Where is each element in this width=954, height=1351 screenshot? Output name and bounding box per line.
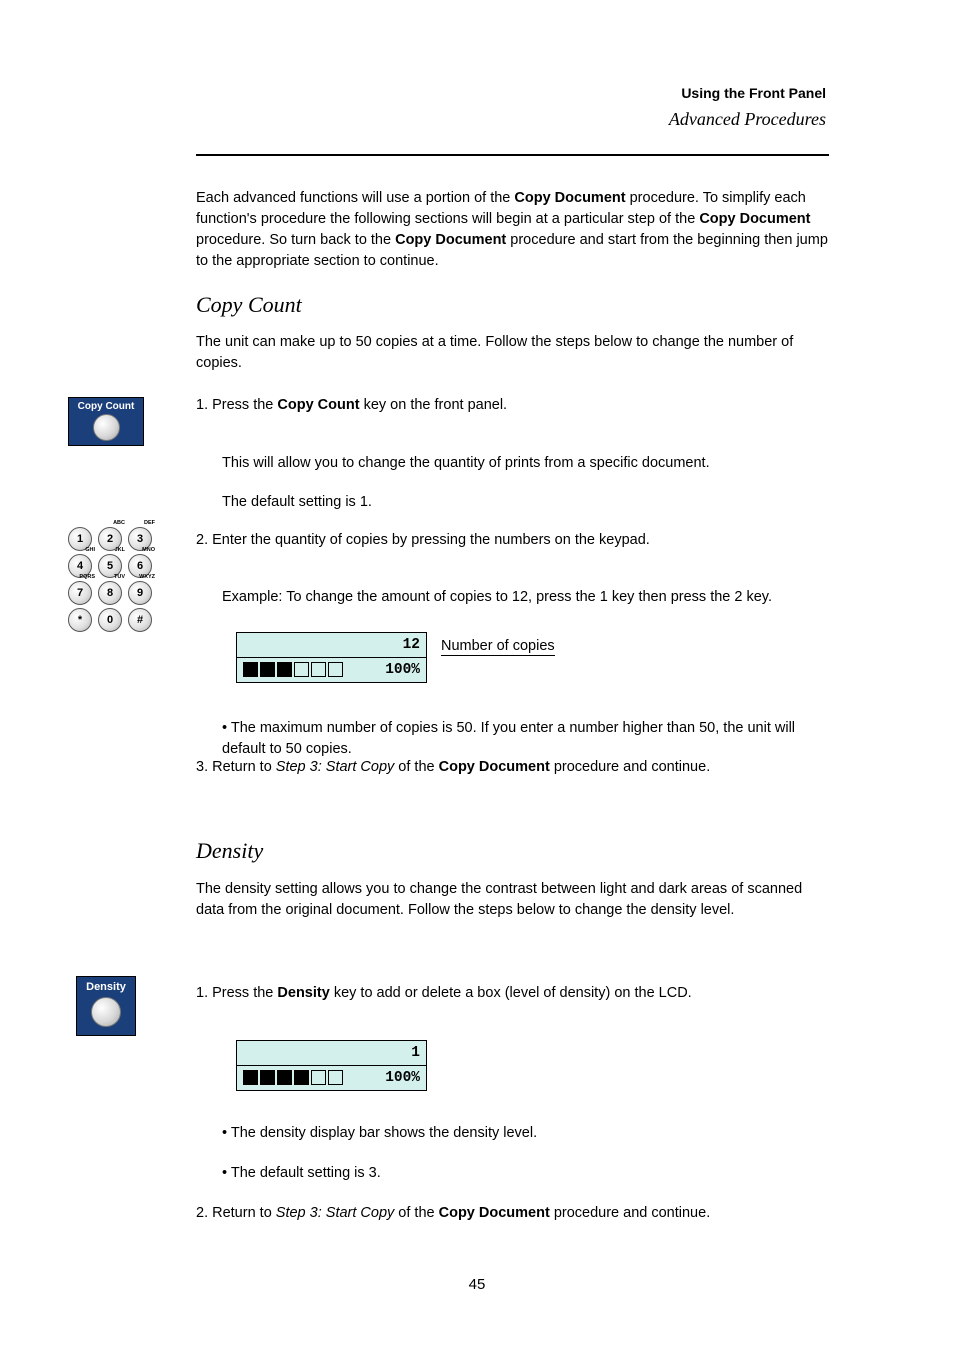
density-key-label: Density [77, 981, 135, 993]
header-line1: Using the Front Panel [669, 85, 826, 101]
density-segment [294, 1070, 309, 1085]
lcd-zoom: 100% [385, 658, 420, 682]
header-rule [196, 154, 829, 156]
density-segment [243, 1070, 258, 1085]
copies-callout: Number of copies [441, 638, 555, 656]
copycount-step3: 3. Return to Step 3: Start Copy of the C… [196, 757, 829, 778]
round-button-icon [91, 997, 121, 1027]
density-note1: • The density display bar shows the dens… [222, 1123, 829, 1144]
copycount-note1: This will allow you to change the quanti… [222, 453, 829, 474]
lcd-row2: 100% [237, 1066, 426, 1090]
density-segment [328, 662, 343, 677]
lcd-copy-number: 1 [411, 1041, 420, 1065]
intro-paragraph: Each advanced functions will use a porti… [196, 188, 829, 272]
copycount-step1: 1. Press the Copy Count key on the front… [196, 395, 829, 416]
lcd-row2: 100% [237, 658, 426, 682]
lcd-display-density: A4 1 100% [236, 1040, 427, 1091]
page-header: Using the Front Panel Advanced Procedure… [669, 85, 826, 130]
density-bar [243, 1070, 343, 1085]
lcd-zoom: 100% [385, 1066, 420, 1090]
copy-count-key-icon: Copy Count [68, 397, 144, 446]
round-button-icon [93, 414, 120, 441]
keypad-key-0: 0 [98, 608, 122, 632]
density-segment [277, 1070, 292, 1085]
copycount-step2: 2. Enter the quantity of copies by press… [196, 530, 829, 551]
density-segment [311, 662, 326, 677]
density-step1: 1. Press the Density key to add or delet… [196, 983, 829, 1004]
keypad-key-#: # [128, 608, 152, 632]
keypad-key-7: 7PQRS [68, 581, 92, 605]
copy-count-description: The unit can make up to 50 copies at a t… [196, 332, 829, 374]
density-segment [260, 1070, 275, 1085]
lcd-row1: A4 1 [237, 1041, 426, 1066]
keypad-icon: 12ABC3DEF4GHI5JKL6MNO7PQRS8TUV9WXYZ*0# [68, 527, 153, 635]
density-note2: • The default setting is 3. [222, 1163, 829, 1184]
copycount-example: Example: To change the amount of copies … [222, 587, 829, 608]
copy-count-heading: Copy Count [196, 292, 302, 318]
density-heading: Density [196, 838, 263, 864]
density-segment [311, 1070, 326, 1085]
keypad-key-8: 8TUV [98, 581, 122, 605]
density-bar [243, 662, 343, 677]
keypad-key-*: * [68, 608, 92, 632]
copy-count-key-label: Copy Count [69, 401, 143, 412]
keypad-key-9: 9WXYZ [128, 581, 152, 605]
lcd-display-copycount: A4 12 100% [236, 632, 427, 683]
density-segment [328, 1070, 343, 1085]
copycount-note-max: • The maximum number of copies is 50. If… [222, 718, 829, 760]
lcd-row1: A4 12 [237, 633, 426, 658]
copycount-note2: The default setting is 1. [222, 492, 829, 513]
density-segment [260, 662, 275, 677]
density-segment [277, 662, 292, 677]
lcd-copy-number: 12 [403, 633, 420, 657]
density-key-icon: Density [76, 976, 136, 1036]
page-number: 45 [0, 1276, 954, 1293]
density-segment [294, 662, 309, 677]
header-line2: Advanced Procedures [669, 109, 826, 130]
density-description: The density setting allows you to change… [196, 879, 829, 921]
density-step2: 2. Return to Step 3: Start Copy of the C… [196, 1203, 829, 1224]
density-segment [243, 662, 258, 677]
copies-callout-text: Number of copies [441, 638, 555, 656]
